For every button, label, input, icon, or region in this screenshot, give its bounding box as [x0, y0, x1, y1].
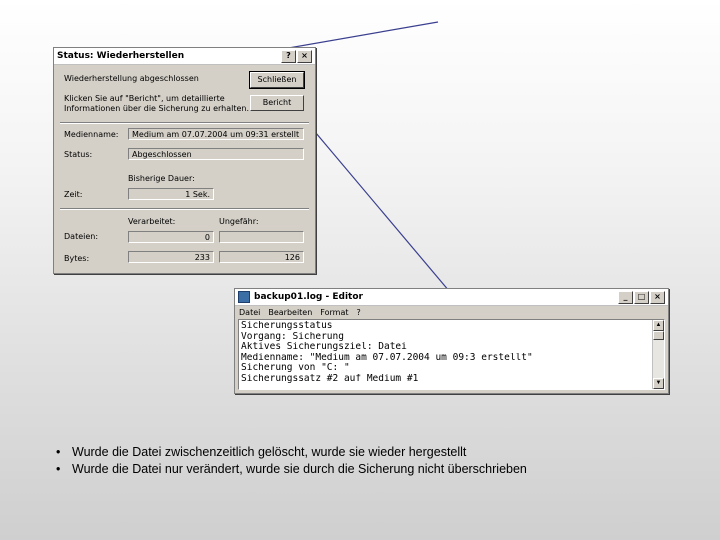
- estimated-header: Ungefähr:: [219, 217, 259, 226]
- menu-format[interactable]: Format: [320, 308, 348, 317]
- close-icon[interactable]: ×: [650, 290, 665, 304]
- log-line: Sicherung von "C: ": [241, 363, 350, 373]
- notepad-titlebar[interactable]: backup01.log - Editor _ □ ×: [235, 289, 668, 306]
- bullet-text: Wurde die Datei nur verändert, wurde sie…: [72, 462, 527, 476]
- divider: [60, 122, 309, 124]
- list-item: • Wurde die Datei nur verändert, wurde s…: [56, 461, 527, 478]
- bullet-list: • Wurde die Datei zwischenzeitlich gelös…: [56, 444, 527, 478]
- info-text-line1: Klicken Sie auf "Bericht", um detaillier…: [64, 94, 225, 103]
- minimize-icon[interactable]: _: [618, 290, 633, 304]
- scroll-thumb[interactable]: [653, 331, 664, 340]
- medium-label: Medienname:: [64, 130, 119, 139]
- notepad-app-name: - Editor: [325, 292, 363, 302]
- status-dialog-title: Status: Wiederherstellen: [57, 51, 185, 61]
- notepad-text-area[interactable]: Sicherungsstatus Vorgang: Sicherung Akti…: [238, 319, 665, 390]
- log-line: Aktives Sicherungsziel: Datei: [241, 342, 407, 352]
- info-text-line2: Informationen über die Sicherung zu erha…: [64, 104, 250, 113]
- status-dialog: Status: Wiederherstellen ? × Wiederherst…: [53, 47, 316, 274]
- menu-datei[interactable]: Datei: [239, 308, 260, 317]
- completion-message: Wiederherstellung abgeschlossen: [64, 74, 199, 83]
- vertical-scrollbar[interactable]: ▲ ▼: [652, 320, 664, 389]
- bullet-icon: •: [56, 445, 61, 459]
- scroll-down-icon[interactable]: ▼: [653, 378, 664, 389]
- processed-header: Verarbeitet:: [128, 217, 176, 226]
- maximize-icon[interactable]: □: [634, 290, 649, 304]
- elapsed-header: Bisherige Dauer:: [128, 174, 195, 183]
- notepad-app-icon: [238, 291, 250, 303]
- status-label: Status:: [64, 150, 93, 159]
- divider: [60, 208, 309, 210]
- status-field: Abgeschlossen: [128, 148, 304, 160]
- files-estimated-field: [219, 231, 304, 243]
- bytes-label: Bytes:: [64, 254, 90, 263]
- log-line: Vorgang: Sicherung: [241, 331, 344, 342]
- arrow-to-editor: [304, 119, 456, 299]
- close-icon[interactable]: ×: [297, 49, 312, 63]
- bytes-estimated-field: 126: [219, 251, 304, 263]
- notepad-window: backup01.log - Editor _ □ × Datei Bearbe…: [234, 288, 669, 394]
- files-processed-field: 0: [128, 231, 214, 243]
- list-item: • Wurde die Datei zwischenzeitlich gelös…: [56, 444, 527, 461]
- log-line: Sicherungssatz #2 auf Medium #1: [241, 373, 419, 384]
- files-label: Dateien:: [64, 232, 99, 241]
- bullet-icon: •: [56, 462, 61, 476]
- menu-bearbeiten[interactable]: Bearbeiten: [268, 308, 312, 317]
- log-line: Sicherungsstatus: [241, 321, 333, 331]
- medium-field: Medium am 07.07.2004 um 09:31 erstellt: [128, 128, 304, 140]
- log-line: Medienname: "Medium am 07.07.2004 um 09:…: [241, 352, 533, 363]
- bullet-text: Wurde die Datei zwischenzeitlich gelösch…: [72, 445, 467, 459]
- bytes-processed-field: 233: [128, 251, 214, 263]
- close-button[interactable]: Schließen: [249, 71, 305, 89]
- notepad-menubar: Datei Bearbeiten Format ?: [235, 306, 668, 318]
- time-field: 1 Sek.: [128, 188, 214, 200]
- status-dialog-titlebar[interactable]: Status: Wiederherstellen ? ×: [54, 48, 315, 65]
- menu-help[interactable]: ?: [357, 308, 361, 317]
- scroll-up-icon[interactable]: ▲: [653, 320, 664, 331]
- report-button[interactable]: Bericht: [250, 95, 304, 111]
- time-label: Zeit:: [64, 190, 83, 199]
- notepad-file-name: backup01.log: [254, 292, 323, 302]
- help-button[interactable]: ?: [281, 49, 296, 63]
